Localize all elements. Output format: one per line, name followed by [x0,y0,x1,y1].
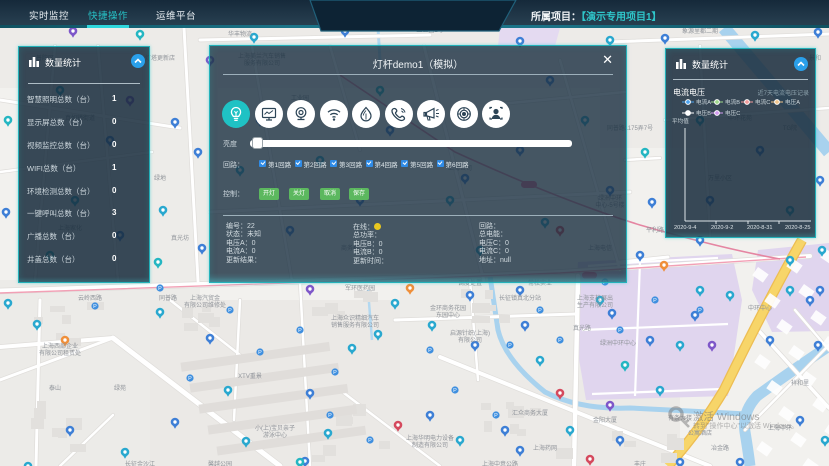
svg-text:东园中心: 东园中心 [436,311,460,319]
svg-text:P: P [298,328,302,334]
svg-text:P: P [538,308,542,314]
svg-text:启源针织(上海): 启源针织(上海) [450,329,490,337]
svg-text:P: P [228,308,232,314]
svg-text:电流A: 电流A [696,98,711,106]
svg-text:祥和里: 祥和里 [791,379,809,387]
svg-text:绿洲中环中心: 绿洲中环中心 [600,339,636,347]
svg-text:P: P [558,338,562,344]
svg-text:销售服务有限公司: 销售服务有限公司 [331,321,379,329]
svg-text:P: P [494,413,498,419]
svg-text:有限公司租赁处: 有限公司租赁处 [39,349,81,357]
svg-text:2020-9-2: 2020-9-2 [711,225,733,231]
svg-text:制造有限公司: 制造有限公司 [412,441,448,449]
svg-text:军环医药园: 军环医药园 [345,284,375,292]
svg-text:绿地: 绿地 [154,174,166,182]
svg-text:泰山: 泰山 [49,384,61,392]
svg-text:P: P [698,308,702,314]
svg-text:电压A: 电压A [785,98,800,106]
svg-text:象源里都二期: 象源里都二期 [682,27,718,35]
svg-text:真光路: 真光路 [573,324,591,332]
svg-text:P: P [188,376,192,382]
svg-text:生产有限公司: 生产有限公司 [577,301,613,309]
svg-text:P: P [453,388,457,394]
svg-text:电流B: 电流B [725,98,740,106]
svg-text:P: P [653,298,657,304]
svg-text:上海众识精细汽车: 上海众识精细汽车 [331,314,379,322]
svg-text:上海汽贸金: 上海汽贸金 [190,294,220,302]
svg-text:游泳中心: 游泳中心 [263,431,287,439]
svg-text:绿苑: 绿苑 [114,384,126,392]
svg-text:有限公司维修处: 有限公司维修处 [184,301,226,309]
svg-text:平均值: 平均值 [672,117,689,125]
svg-text:P: P [368,438,372,444]
svg-text:P: P [93,304,97,310]
svg-text:电压B: 电压B [696,109,711,117]
svg-text:2020-9-4: 2020-9-4 [674,225,696,231]
svg-text:汇众商务大厦: 汇众商务大厦 [512,409,548,417]
svg-text:金阳大厦: 金阳大厦 [593,416,617,424]
svg-text:P: P [428,348,432,354]
svg-text:2020-8-31: 2020-8-31 [747,225,773,231]
svg-text:上海华明电力设备: 上海华明电力设备 [406,434,454,442]
svg-text:P: P [618,328,622,334]
svg-text:上海支柱展出: 上海支柱展出 [577,294,613,302]
svg-text:上海西部企业: 上海西部企业 [42,342,78,350]
svg-text:小(上)宝贝亲子: 小(上)宝贝亲子 [255,424,295,432]
svg-text:XTV重景: XTV重景 [238,372,262,380]
svg-text:2020-8-25: 2020-8-25 [785,225,811,231]
svg-text:平利路: 平利路 [646,226,664,234]
svg-text:中环中心: 中环中心 [748,304,772,312]
svg-text:云岭西路: 云岭西路 [78,294,102,302]
svg-text:P: P [508,343,512,349]
svg-text:上海药网: 上海药网 [533,444,557,452]
svg-text:同普路: 同普路 [159,294,177,302]
svg-text:有限公司: 有限公司 [458,336,482,344]
svg-text:金环商务花园: 金环商务花园 [430,304,466,312]
svg-text:P: P [328,413,332,419]
svg-text:冶金路: 冶金路 [711,444,729,452]
svg-text:真光坊: 真光坊 [171,234,189,242]
svg-text:P: P [333,370,337,376]
svg-text:长征镇真北分站: 长征镇真北分站 [499,294,541,302]
svg-text:电流C: 电流C [755,98,770,106]
svg-text:电压C: 电压C [725,109,740,117]
svg-text:P: P [158,286,162,292]
svg-text:P: P [258,350,262,356]
